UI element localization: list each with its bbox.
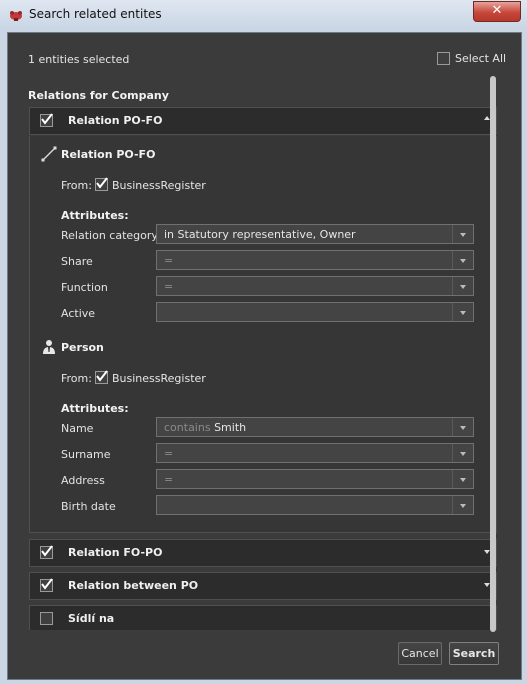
attr-label-surname: Surname <box>61 448 111 461</box>
from-source-checkbox[interactable] <box>95 177 108 191</box>
function-combo[interactable]: = <box>156 276 474 296</box>
birth-date-combo[interactable] <box>156 495 474 515</box>
person-from-source-label: BusinessRegister <box>112 372 206 385</box>
dropdown-arrow-icon[interactable] <box>452 444 473 462</box>
checkmark-icon <box>41 578 53 590</box>
window-title: Search related entites <box>29 7 162 21</box>
active-combo[interactable] <box>156 302 474 322</box>
dropdown-arrow-icon[interactable] <box>452 496 473 514</box>
relation-fo-po-label: Relation FO-PO <box>68 546 163 559</box>
person-attributes-heading: Attributes: <box>61 402 129 415</box>
sidli-na-label: Sídlí na <box>68 612 115 625</box>
window-titlebar: Search related entites ✕ <box>0 0 527 31</box>
relation-link-icon <box>41 146 57 162</box>
search-button[interactable]: Search <box>449 642 499 665</box>
relation-between-po-header[interactable]: Relation between PO <box>29 572 497 600</box>
share-operator: = <box>164 254 174 267</box>
selected-count: 1 entities selected <box>28 53 130 66</box>
relation-fo-po-header[interactable]: Relation FO-PO <box>29 539 497 567</box>
checkmark-icon <box>96 370 108 382</box>
dropdown-arrow-icon[interactable] <box>452 251 473 269</box>
checkmark-icon <box>96 177 108 189</box>
attr-label-address: Address <box>61 474 105 487</box>
person-block-title: Person <box>61 341 104 354</box>
person-from-label: From: <box>61 372 92 385</box>
attr-label-function: Function <box>61 281 108 294</box>
attr-label-share: Share <box>61 255 93 268</box>
relation-block-title: Relation PO-FO <box>61 148 156 161</box>
from-source-label: BusinessRegister <box>112 179 206 192</box>
function-operator: = <box>164 280 174 293</box>
app-icon <box>10 11 22 21</box>
relation-po-fo-checkbox[interactable] <box>40 113 53 127</box>
name-filter: contains Smith <box>164 421 246 434</box>
person-from-source-checkbox[interactable] <box>95 370 108 384</box>
select-all-checkbox[interactable] <box>437 52 450 65</box>
attributes-heading: Attributes: <box>61 209 129 222</box>
name-combo[interactable]: contains Smith <box>156 417 474 437</box>
window-frame: 1 entities selected Select All Relations… <box>0 30 527 684</box>
address-operator: = <box>164 473 174 486</box>
address-combo[interactable]: = <box>156 469 474 489</box>
person-icon <box>43 340 55 354</box>
relation-between-po-checkbox[interactable] <box>40 578 53 592</box>
relation-po-fo-content: Relation PO-FO From: BusinessRegister At… <box>29 136 497 533</box>
relation-category-combo[interactable]: in Statutory representative, Owner <box>156 224 474 244</box>
relation-between-po-label: Relation between PO <box>68 579 199 592</box>
relation-po-fo-header[interactable]: Relation PO-FO <box>29 107 497 135</box>
dropdown-arrow-icon[interactable] <box>452 470 473 488</box>
section-title: Relations for Company <box>28 89 169 102</box>
name-value: Smith <box>214 421 247 434</box>
surname-combo[interactable]: = <box>156 443 474 463</box>
sidli-na-header[interactable]: Sídlí na <box>29 605 497 630</box>
surname-operator: = <box>164 447 174 460</box>
attr-label-name: Name <box>61 422 94 435</box>
vertical-scrollbar[interactable] <box>490 76 496 632</box>
dialog-body: 1 entities selected Select All Relations… <box>7 32 522 680</box>
window-close-button[interactable]: ✕ <box>473 1 521 22</box>
relation-fo-po-checkbox[interactable] <box>40 545 53 559</box>
checkmark-icon <box>41 545 53 557</box>
attr-label-active: Active <box>61 307 96 320</box>
dropdown-arrow-icon[interactable] <box>452 225 473 243</box>
relation-po-fo-label: Relation PO-FO <box>68 114 163 127</box>
attr-label-relation-category: Relation category <box>61 229 158 242</box>
relation-category-value: in Statutory representative, Owner <box>164 228 356 241</box>
dropdown-arrow-icon[interactable] <box>452 277 473 295</box>
attr-label-birth-date: Birth date <box>61 500 116 513</box>
dropdown-arrow-icon[interactable] <box>452 303 473 321</box>
from-label: From: <box>61 179 92 192</box>
dropdown-arrow-icon[interactable] <box>452 418 473 436</box>
scrollbar-thumb[interactable] <box>490 76 496 632</box>
checkmark-icon <box>41 113 53 125</box>
cancel-button[interactable]: Cancel <box>398 642 442 665</box>
name-operator: contains <box>164 421 211 434</box>
share-combo[interactable]: = <box>156 250 474 270</box>
sidli-na-checkbox[interactable] <box>40 612 53 625</box>
select-all-label[interactable]: Select All <box>455 52 506 65</box>
